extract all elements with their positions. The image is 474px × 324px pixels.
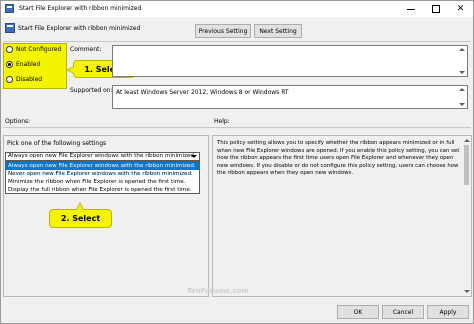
callout-step-2: 2. Select [49,202,112,228]
title-bar: Start File Explorer with ribbon minimize… [1,1,473,17]
supported-value: At least Windows Server 2012, Windows 8 … [116,89,289,96]
supported-field: At least Windows Server 2012, Windows 8 … [112,85,468,109]
supported-scrollbar[interactable] [459,88,465,110]
close-icon: ✕ [456,3,465,14]
scroll-down-icon[interactable] [459,71,465,74]
window-title: Start File Explorer with ribbon minimize… [19,5,142,12]
radio-disabled[interactable]: Disabled [6,76,42,83]
next-setting-button[interactable]: Next Setting [254,24,302,38]
minimize-button[interactable] [397,1,424,17]
radio-enabled[interactable]: Enabled [6,61,40,68]
scroll-up-icon[interactable] [459,88,465,91]
maximize-icon [431,5,440,13]
previous-setting-button[interactable]: Previous Setting [195,24,251,38]
supported-label: Supported on: [70,87,113,94]
ribbon-setting-select[interactable]: Always open new File Explorer windows wi… [5,152,200,161]
scroll-down-icon[interactable] [459,103,465,106]
help-label: Help: [214,118,230,125]
dropdown-option[interactable]: Minimize the ribbon when File Explorer i… [6,178,199,186]
radio-not-configured[interactable]: Not Configured [6,46,61,53]
ribbon-setting-dropdown[interactable]: Always open new File Explorer windows wi… [5,161,200,194]
maximize-button[interactable] [422,1,449,17]
scroll-up-icon[interactable] [464,139,470,142]
policy-editor-window: Start File Explorer with ribbon minimize… [0,0,474,324]
help-text: This policy setting allows you to specif… [217,140,460,177]
radio-label: Disabled [16,76,43,83]
dropdown-option[interactable]: Display the full ribbon when File Explor… [6,186,199,194]
apply-button[interactable]: Apply [427,305,469,319]
radio-button[interactable] [6,61,13,68]
help-panel: This policy setting allows you to specif… [212,135,472,297]
policy-icon [5,4,14,13]
select-value: Always open new File Explorer windows wi… [8,153,196,159]
close-button[interactable]: ✕ [447,1,474,17]
radio-label: Not Configured [16,46,62,53]
cancel-button[interactable]: Cancel [382,305,424,319]
dropdown-option[interactable]: Always open new File Explorer windows wi… [6,162,199,170]
setting-icon [5,23,15,33]
chevron-down-icon[interactable] [191,155,197,158]
scroll-down-icon[interactable] [464,290,470,293]
radio-button[interactable] [6,46,13,53]
scroll-thumb[interactable] [464,145,469,185]
pick-setting-label: Pick one of the following settings [7,140,107,147]
watermark: TenForums.com [187,287,249,295]
minimize-icon [406,8,415,10]
scroll-up-icon[interactable] [459,48,465,51]
setting-title: Start File Explorer with ribbon minimize… [18,25,141,32]
header-divider [3,41,471,42]
options-label: Options: [5,118,31,125]
radio-label: Enabled [16,61,41,68]
comment-field[interactable] [112,45,468,77]
radio-button[interactable] [6,76,13,83]
ok-button[interactable]: OK [337,305,379,319]
comment-label: Comment: [70,46,102,53]
comment-scrollbar[interactable] [459,48,465,78]
dropdown-option[interactable]: Never open new File Explorer windows wit… [6,170,199,178]
help-scrollbar[interactable] [463,137,470,295]
section-divider [3,127,471,128]
